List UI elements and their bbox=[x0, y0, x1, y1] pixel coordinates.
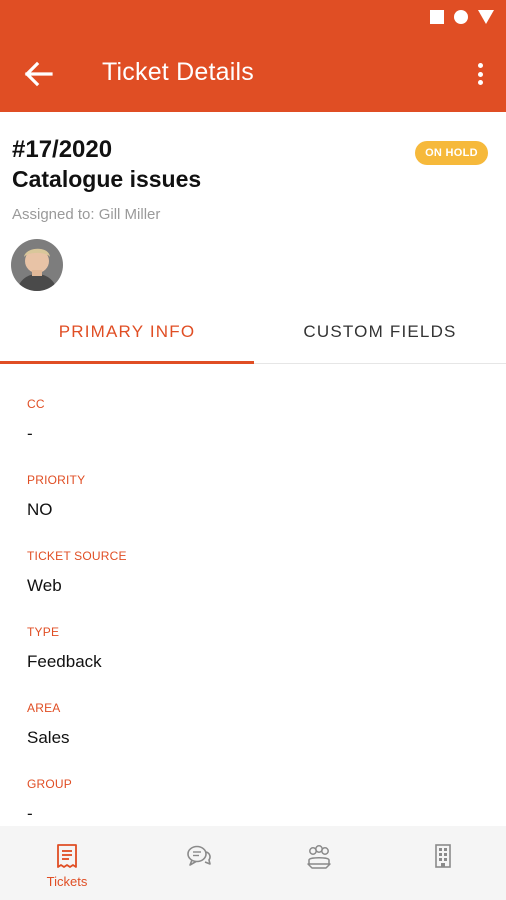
field-value-ticket-source: Web bbox=[27, 576, 62, 595]
page-title: Ticket Details bbox=[102, 58, 254, 86]
tab-bar: PRIMARY INFO CUSTOM FIELDS bbox=[0, 300, 506, 364]
person-photo-icon bbox=[11, 239, 63, 291]
tab-primary-info[interactable]: PRIMARY INFO bbox=[0, 300, 254, 364]
assigned-to: Assigned to: Gill Miller bbox=[12, 206, 161, 223]
chat-icon bbox=[187, 845, 211, 866]
nav-conversations[interactable] bbox=[136, 826, 262, 900]
status-badge: ON HOLD bbox=[415, 141, 488, 165]
back-button[interactable] bbox=[18, 56, 58, 92]
nav-tickets-label: Tickets bbox=[46, 874, 88, 889]
home-circle-icon bbox=[454, 10, 468, 24]
more-vert-icon bbox=[477, 63, 483, 68]
building-icon bbox=[435, 844, 451, 868]
avatar[interactable] bbox=[11, 239, 63, 291]
field-value-area: Sales bbox=[27, 728, 70, 747]
field-label-type: TYPE bbox=[27, 625, 60, 639]
field-value-type: Feedback bbox=[27, 652, 102, 671]
field-value-priority: NO bbox=[27, 500, 53, 519]
field-label-group: GROUP bbox=[27, 777, 73, 791]
more-options-button[interactable] bbox=[472, 60, 488, 88]
active-tab-indicator bbox=[0, 361, 254, 364]
stop-icon bbox=[430, 10, 444, 24]
tab-custom-fields[interactable]: CUSTOM FIELDS bbox=[254, 300, 506, 364]
field-label-area: AREA bbox=[27, 701, 61, 715]
nav-companies[interactable] bbox=[380, 826, 506, 900]
field-label-cc: CC bbox=[27, 397, 45, 411]
nav-contacts[interactable] bbox=[256, 826, 382, 900]
bottom-navigation: Tickets bbox=[0, 826, 506, 900]
status-bar-icons bbox=[430, 10, 494, 24]
app-bar: Ticket Details bbox=[0, 0, 506, 112]
ticket-icon bbox=[57, 844, 77, 868]
people-icon bbox=[307, 845, 331, 869]
ticket-subject: Catalogue issues bbox=[12, 166, 202, 192]
field-value-group: - bbox=[27, 804, 33, 823]
back-triangle-icon bbox=[478, 10, 494, 24]
arrow-left-icon bbox=[24, 61, 53, 87]
field-label-ticket-source: TICKET SOURCE bbox=[27, 549, 127, 563]
field-label-priority: PRIORITY bbox=[27, 473, 86, 487]
nav-tickets[interactable]: Tickets bbox=[4, 826, 130, 900]
field-value-cc: - bbox=[27, 424, 33, 443]
ticket-number: #17/2020 bbox=[12, 136, 113, 163]
